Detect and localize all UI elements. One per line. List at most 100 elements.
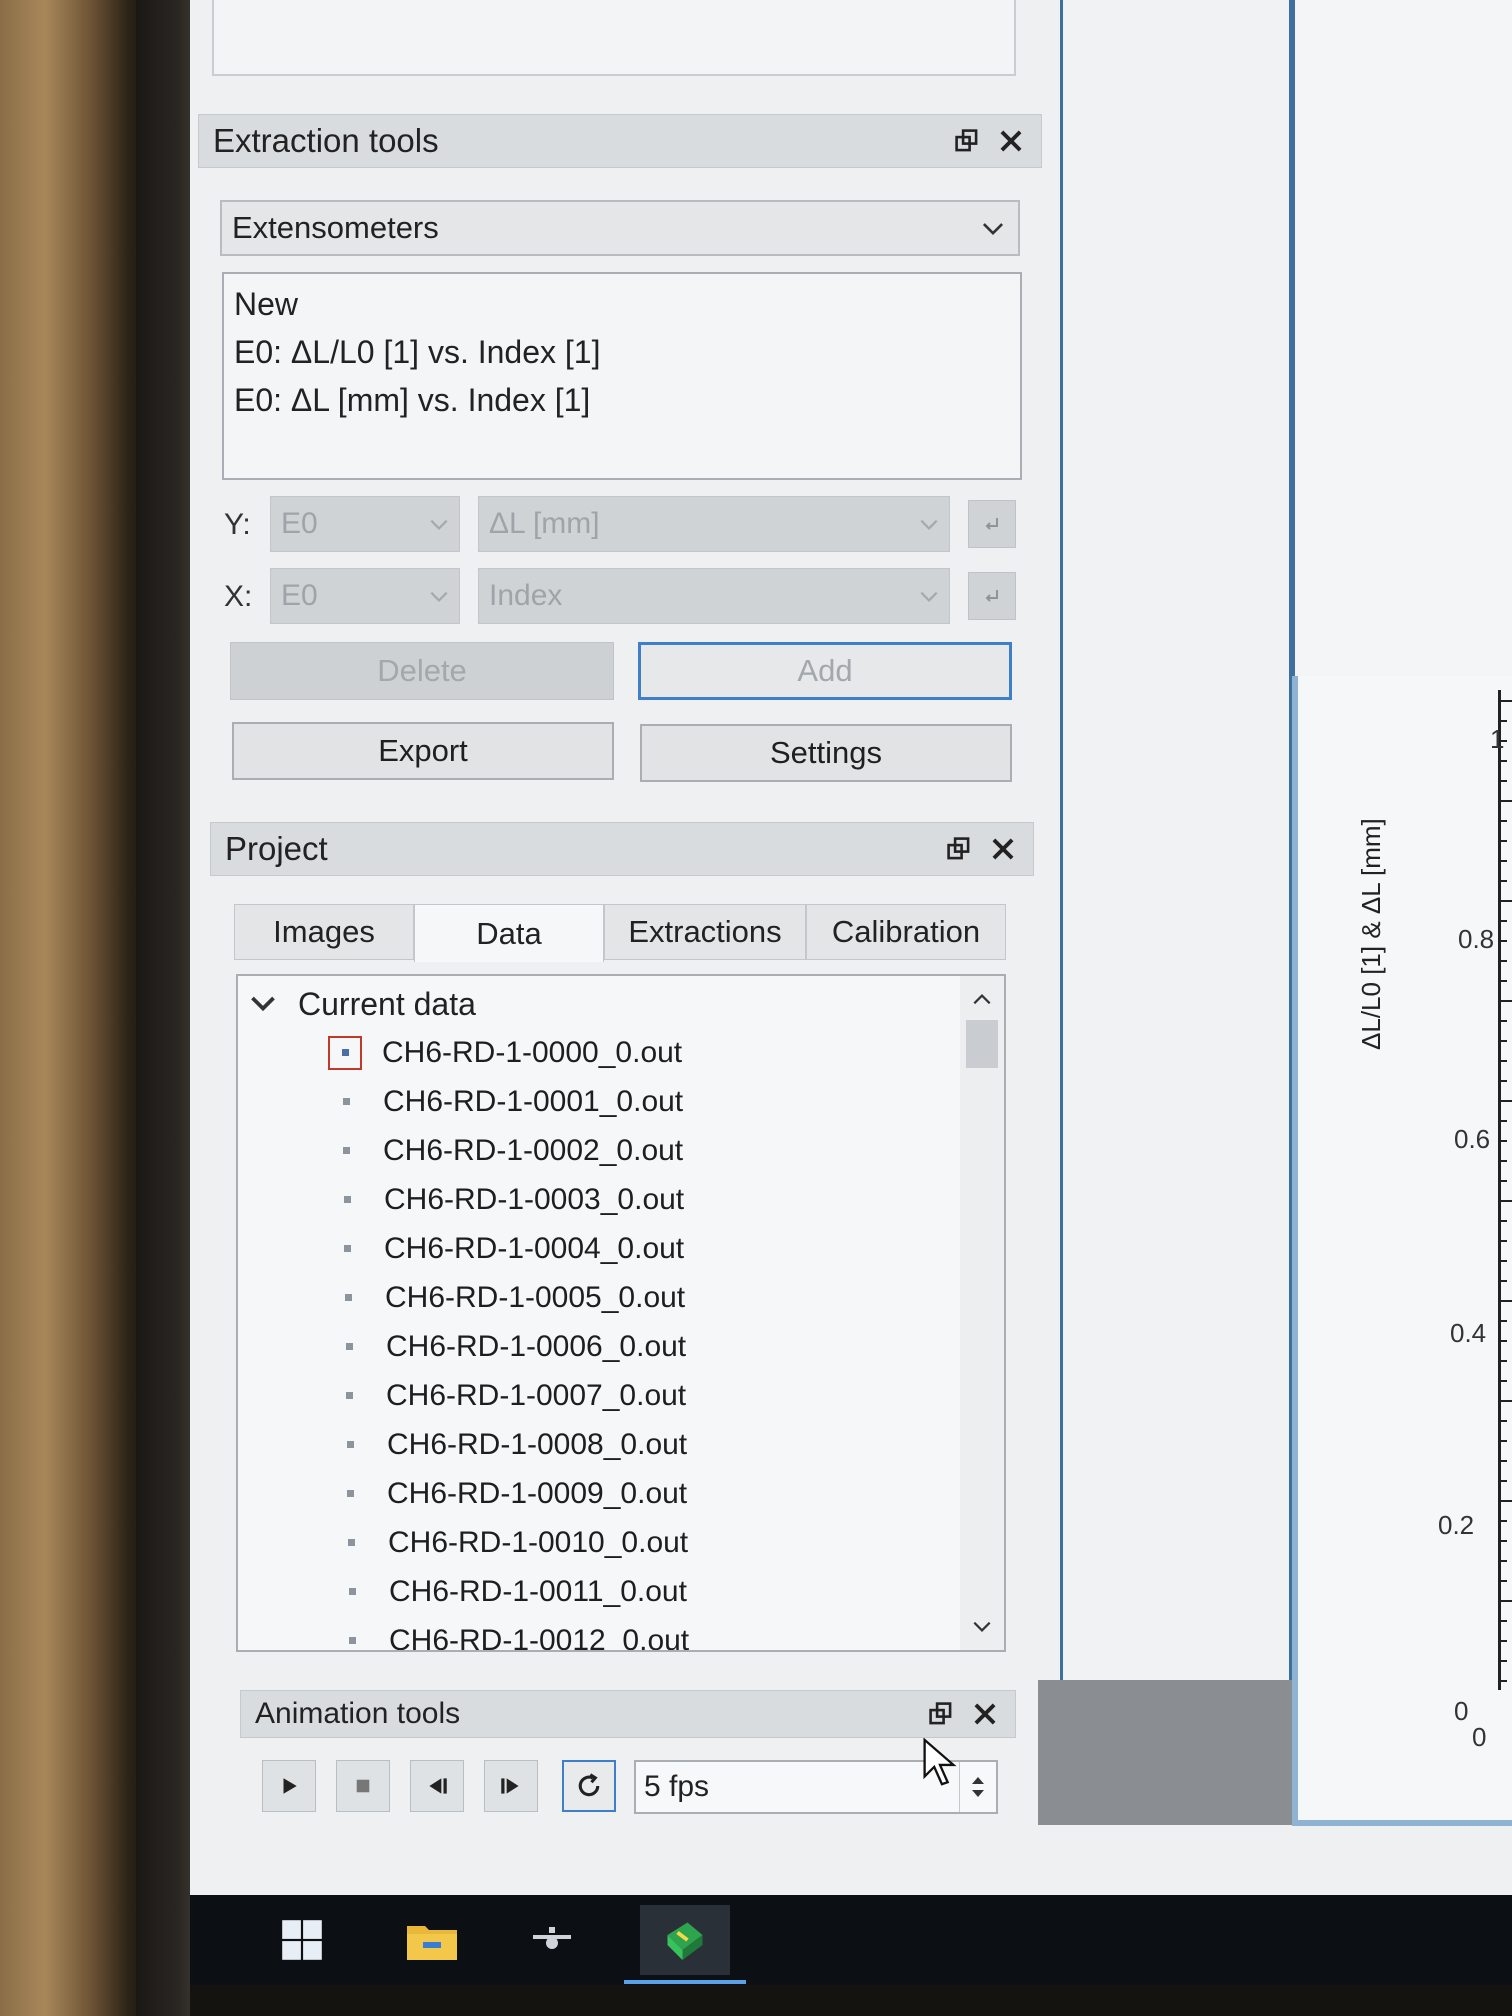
settings-button[interactable]: Settings	[640, 724, 1012, 782]
spin-up-icon[interactable]	[971, 1775, 985, 1785]
close-icon[interactable]	[963, 1692, 1007, 1736]
tab-images[interactable]: Images	[234, 904, 414, 960]
data-tree[interactable]: Current data CH6-RD-1-0000_0.out CH6-RD-1…	[236, 974, 1006, 1652]
y-apply-button[interactable]	[968, 500, 1016, 548]
stop-button[interactable]	[336, 1760, 390, 1812]
axis-tick	[1501, 1480, 1507, 1482]
camera-app-icon[interactable]	[520, 1905, 584, 1975]
return-icon	[985, 590, 998, 602]
file-list-item[interactable]: CH6-RD-1-0007_0.out	[332, 1371, 686, 1420]
file-list-item[interactable]: CH6-RD-1-0002_0.out	[329, 1126, 683, 1175]
file-list-item[interactable]: CH6-RD-1-0003_0.out	[330, 1175, 684, 1224]
animation-tools-title: Animation tools	[255, 1697, 461, 1730]
y-source-value: E0	[281, 507, 318, 540]
step-forward-icon	[501, 1778, 519, 1794]
x-source-select[interactable]: E0	[270, 568, 460, 624]
list-item[interactable]: E0: ΔL/L0 [1] vs. Index [1]	[234, 328, 1010, 376]
file-list-item[interactable]: CH6-RD-1-0009_0.out	[333, 1469, 687, 1518]
y-source-select[interactable]: E0	[270, 496, 460, 552]
file-name: CH6-RD-1-0010_0.out	[388, 1525, 689, 1559]
spin-arrows[interactable]	[959, 1762, 996, 1812]
axis-tick	[1501, 1620, 1507, 1622]
tree-root-label: Current data	[298, 985, 476, 1022]
tree-scrollbar[interactable]	[960, 976, 1004, 1650]
axis-tick	[1501, 1520, 1507, 1522]
extensometer-list[interactable]: New E0: ΔL/L0 [1] vs. Index [1] E0: ΔL […	[222, 272, 1022, 480]
close-icon[interactable]	[989, 119, 1033, 163]
file-list-item[interactable]: CH6-RD-1-0006_0.out	[332, 1322, 686, 1371]
file-list-item[interactable]: CH6-RD-1-0005_0.out	[331, 1273, 685, 1322]
file-bullet-icon	[335, 1624, 369, 1651]
tree-root[interactable]: Current data	[248, 980, 476, 1028]
scroll-down-icon[interactable]	[960, 1606, 1004, 1646]
add-button[interactable]: Add	[638, 642, 1012, 700]
file-name: CH6-RD-1-0009_0.out	[387, 1476, 688, 1510]
animation-tools-titlebar: Animation tools	[240, 1690, 1016, 1738]
tab-calibration[interactable]: Calibration	[806, 904, 1006, 960]
extraction-tools-title: Extraction tools	[213, 122, 439, 159]
file-name: CH6-RD-1-0003_0.out	[384, 1182, 685, 1216]
file-bullet-icon	[328, 1035, 362, 1070]
axis-tick	[1501, 1220, 1507, 1222]
analysis-app-icon[interactable]	[640, 1905, 730, 1975]
close-icon[interactable]	[981, 827, 1025, 871]
dock-column: Extraction tools Extensometers New E0: Δ…	[190, 0, 1058, 1895]
loop-toggle[interactable]	[562, 1760, 616, 1812]
next-button[interactable]	[484, 1760, 538, 1812]
x-apply-button[interactable]	[968, 572, 1016, 620]
step-back-icon	[429, 1778, 447, 1794]
file-list-item[interactable]: CH6-RD-1-0000_0.out	[328, 1028, 682, 1077]
axis-tick	[1501, 1240, 1507, 1242]
file-list-item[interactable]: CH6-RD-1-0011_0.out	[335, 1567, 687, 1616]
axis-tick	[1501, 1080, 1507, 1082]
undock-icon[interactable]	[937, 827, 981, 871]
file-name: CH6-RD-1-0011_0.out	[389, 1574, 687, 1608]
axis-tick	[1501, 1200, 1512, 1202]
tab-extractions[interactable]: Extractions	[604, 904, 806, 960]
undock-icon[interactable]	[919, 1692, 963, 1736]
axis-tick	[1501, 1500, 1512, 1502]
delete-button[interactable]: Delete	[230, 642, 614, 700]
plot-y-axis-title: ΔL/L0 [1] & ΔL [mm]	[1356, 818, 1386, 1050]
scrollbar-thumb[interactable]	[966, 1020, 998, 1068]
extraction-type-select[interactable]: Extensometers	[220, 200, 1020, 256]
monitor-bezel-bottom	[190, 1985, 1512, 2016]
file-bullet-icon	[333, 1428, 367, 1462]
file-list-item[interactable]: CH6-RD-1-0012_0.out	[335, 1616, 689, 1651]
file-explorer-icon[interactable]	[400, 1905, 464, 1975]
file-list-item[interactable]: CH6-RD-1-0001_0.out	[329, 1077, 683, 1126]
file-list-item[interactable]: CH6-RD-1-0004_0.out	[330, 1224, 684, 1273]
axis-tick	[1501, 800, 1512, 802]
file-bullet-icon	[334, 1526, 368, 1560]
mouse-cursor-icon	[923, 1738, 957, 1786]
undock-icon[interactable]	[945, 119, 989, 163]
y-quantity-select[interactable]: ΔL [mm]	[478, 496, 950, 552]
play-button[interactable]	[262, 1760, 316, 1812]
axis-tick	[1501, 920, 1507, 922]
list-item[interactable]: E0: ΔL [mm] vs. Index [1]	[234, 376, 1010, 424]
axis-tick	[1501, 1360, 1507, 1362]
file-list-item[interactable]: CH6-RD-1-0010_0.out	[334, 1518, 688, 1567]
chevron-down-icon[interactable]	[248, 989, 278, 1019]
taskbar	[190, 1895, 1512, 1985]
export-button[interactable]: Export	[232, 722, 614, 780]
x-quantity-select[interactable]: Index	[478, 568, 950, 624]
scroll-up-icon[interactable]	[960, 980, 1004, 1020]
file-name: CH6-RD-1-0008_0.out	[387, 1427, 688, 1461]
y-tick-label: 0.6	[1454, 1124, 1491, 1154]
x-tick-label: 0	[1472, 1722, 1487, 1752]
file-name: CH6-RD-1-0000_0.out	[382, 1035, 683, 1069]
axis-tick	[1501, 1300, 1512, 1302]
extraction-tools-titlebar: Extraction tools	[198, 114, 1042, 168]
list-item[interactable]: New	[234, 280, 1010, 328]
windows-start-icon[interactable]	[270, 1905, 334, 1975]
spin-down-icon[interactable]	[971, 1789, 985, 1799]
project-tabs: Images Data Extractions Calibration	[234, 904, 1006, 962]
file-bullet-icon	[333, 1477, 367, 1511]
previous-button[interactable]	[410, 1760, 464, 1812]
tab-data[interactable]: Data	[414, 904, 604, 962]
axis-tick	[1501, 960, 1507, 962]
file-list-item[interactable]: CH6-RD-1-0008_0.out	[333, 1420, 687, 1469]
file-name: CH6-RD-1-0005_0.out	[385, 1280, 686, 1314]
axis-tick	[1501, 780, 1507, 782]
